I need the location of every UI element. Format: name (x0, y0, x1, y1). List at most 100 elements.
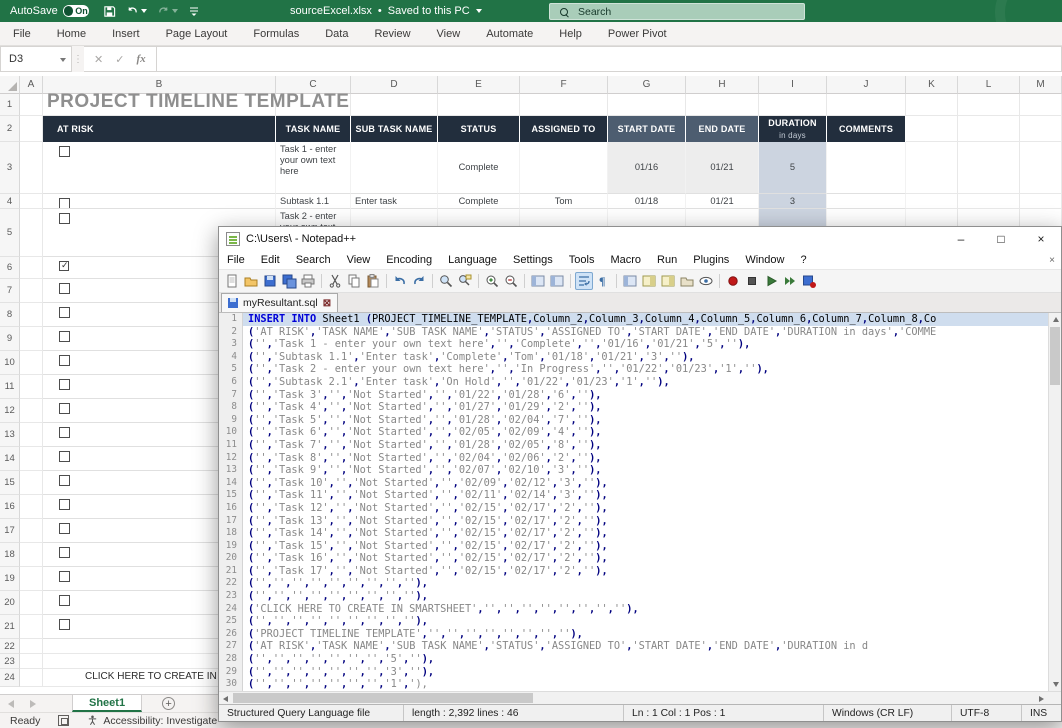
print-icon[interactable] (299, 272, 317, 290)
cell-G1[interactable] (608, 94, 686, 116)
code-text[interactable]: ('AT RISK','TASK NAME','SUB TASK NAME','… (243, 326, 1048, 339)
row-header-1[interactable]: 1 (0, 94, 20, 116)
cell-A1[interactable] (20, 94, 43, 116)
cell-I1[interactable] (759, 94, 827, 116)
customize-qat-button[interactable] (188, 5, 200, 17)
row-header-12[interactable]: 12 (0, 399, 20, 423)
scroll-down-icon[interactable] (1049, 678, 1061, 691)
code-line-3[interactable]: 3('','Task 1 - enter your own text here'… (219, 338, 1048, 351)
col-header-F[interactable]: F (520, 76, 608, 94)
code-text[interactable]: ('','','','','','','','',''), (243, 590, 1048, 603)
autosave-toggle[interactable]: AutoSave On (10, 5, 89, 17)
search-box[interactable]: Search (549, 3, 805, 20)
open-file-icon[interactable] (242, 272, 260, 290)
menu-settings[interactable]: Settings (505, 254, 561, 266)
code-line-25[interactable]: 25('','','','','','','','',''), (219, 615, 1048, 628)
code-text[interactable]: ('','Task 1 - enter your own text here',… (243, 338, 1048, 351)
cell-A5[interactable] (20, 209, 43, 257)
code-text[interactable]: ('','','','','','','','5',''), (243, 653, 1048, 666)
ribbon-tab-home[interactable]: Home (44, 22, 99, 45)
at-risk-checkbox-row-8[interactable] (59, 307, 70, 318)
code-text[interactable]: ('','Task 14','','Not Started','','02/15… (243, 527, 1048, 540)
code-line-28[interactable]: 28('','','','','','','','5',''), (219, 653, 1048, 666)
row-header-10[interactable]: 10 (0, 351, 20, 375)
code-text[interactable]: ('CLICK HERE TO CREATE IN SMARTSHEET',''… (243, 603, 1048, 616)
code-text[interactable]: ('','Subtask 1.1','Enter task','Complete… (243, 351, 1048, 364)
row-header-18[interactable]: 18 (0, 543, 20, 567)
code-text[interactable]: ('PROJECT TIMELINE TEMPLATE','','','',''… (243, 628, 1048, 641)
cell-D3[interactable] (351, 142, 438, 194)
save-all-icon[interactable] (280, 272, 298, 290)
horizontal-scrollbar[interactable] (219, 691, 1061, 704)
undo-icon[interactable] (391, 272, 409, 290)
at-risk-checkbox-row-11[interactable] (59, 379, 70, 390)
cell-H3[interactable]: 01/21 (686, 142, 759, 194)
ribbon-tab-page-layout[interactable]: Page Layout (153, 22, 241, 45)
cell-E4[interactable]: Complete (438, 194, 520, 209)
cell-A21[interactable] (20, 615, 43, 639)
cell-F1[interactable] (520, 94, 608, 116)
cell-A13[interactable] (20, 423, 43, 447)
cell-M4[interactable] (1020, 194, 1062, 209)
document-monitor-icon[interactable] (697, 272, 715, 290)
ribbon-tab-insert[interactable]: Insert (99, 22, 153, 45)
stop-recording-icon[interactable] (743, 272, 761, 290)
cell-A16[interactable] (20, 495, 43, 519)
code-line-17[interactable]: 17('','Task 13','','Not Started','','02/… (219, 515, 1048, 528)
cancel-icon[interactable]: ✕ (94, 53, 103, 66)
row-header-20[interactable]: 20 (0, 591, 20, 615)
row-header-6[interactable]: 6 (0, 257, 20, 279)
menu-language[interactable]: Language (440, 254, 505, 266)
cell-L4[interactable] (958, 194, 1020, 209)
cell-B3[interactable] (43, 142, 276, 194)
code-line-4[interactable]: 4('','Subtask 1.1','Enter task','Complet… (219, 351, 1048, 364)
code-text[interactable]: ('','Task 2 - enter your own text here',… (243, 363, 1048, 376)
word-wrap-icon[interactable] (575, 272, 593, 290)
code-line-5[interactable]: 5('','Task 2 - enter your own text here'… (219, 363, 1048, 376)
code-line-13[interactable]: 13('','Task 9','','Not Started','','02/0… (219, 464, 1048, 477)
col-header-A[interactable]: A (20, 76, 43, 94)
cell-A11[interactable] (20, 375, 43, 399)
cell-J3[interactable] (827, 142, 906, 194)
row-header-5[interactable]: 5 (0, 209, 20, 257)
col-header-D[interactable]: D (351, 76, 438, 94)
cell-E3[interactable]: Complete (438, 142, 520, 194)
code-line-14[interactable]: 14('','Task 10','','Not Started','','02/… (219, 477, 1048, 490)
code-line-23[interactable]: 23('','','','','','','','',''), (219, 590, 1048, 603)
cell-A3[interactable] (20, 142, 43, 194)
cell-L1[interactable] (958, 94, 1020, 116)
code-text[interactable]: ('','','','','','','','',''), (243, 577, 1048, 590)
code-line-8[interactable]: 8('','Task 4','','Not Started','','01/27… (219, 401, 1048, 414)
new-file-icon[interactable] (223, 272, 241, 290)
col-header-I[interactable]: I (759, 76, 827, 94)
horizontal-scroll-thumb[interactable] (233, 693, 533, 703)
code-text[interactable]: ('','Task 13','','Not Started','','02/15… (243, 515, 1048, 528)
at-risk-checkbox-row-13[interactable] (59, 427, 70, 438)
cell-I4[interactable]: 3 (759, 194, 827, 209)
menu-help[interactable]: ? (792, 254, 814, 266)
code-text[interactable]: ('','','','','','','','1','), (243, 678, 1048, 691)
code-line-18[interactable]: 18('','Task 14','','Not Started','','02/… (219, 527, 1048, 540)
cell-D2[interactable]: SUB TASK NAME (351, 116, 438, 142)
cell-A6[interactable] (20, 257, 43, 279)
code-text[interactable]: ('','Task 16','','Not Started','','02/15… (243, 552, 1048, 565)
code-text[interactable]: ('','Task 15','','Not Started','','02/15… (243, 540, 1048, 553)
cell-I2[interactable]: DURATIONin days (759, 116, 827, 142)
cell-A7[interactable] (20, 279, 43, 303)
code-line-9[interactable]: 9('','Task 5','','Not Started','','01/28… (219, 414, 1048, 427)
ribbon-tab-automate[interactable]: Automate (473, 22, 546, 45)
at-risk-checkbox-row-14[interactable] (59, 451, 70, 462)
menu-macro[interactable]: Macro (602, 254, 649, 266)
save-recorded-macro-icon[interactable] (800, 272, 818, 290)
at-risk-checkbox-row-4[interactable] (59, 198, 70, 209)
sync-scroll-v-icon[interactable] (529, 272, 547, 290)
zoom-out-icon[interactable] (502, 272, 520, 290)
at-risk-checkbox-row-7[interactable] (59, 283, 70, 294)
cell-L3[interactable] (958, 142, 1020, 194)
cell-J4[interactable] (827, 194, 906, 209)
saved-status[interactable]: Saved to this PC (388, 5, 470, 17)
col-header-E[interactable]: E (438, 76, 520, 94)
row-header-3[interactable]: 3 (0, 142, 20, 194)
redo-dropdown-icon[interactable] (172, 9, 178, 13)
cell-K3[interactable] (906, 142, 958, 194)
